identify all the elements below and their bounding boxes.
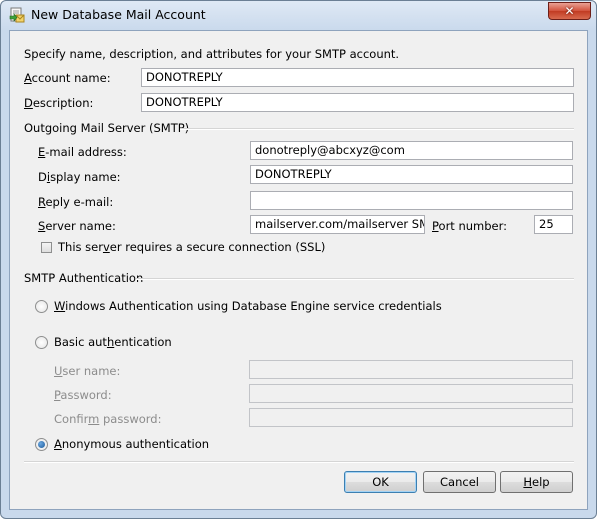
windows-auth-label[interactable]: Windows Authentication using Database En… [54, 299, 442, 313]
windows-auth-radio[interactable] [35, 300, 48, 313]
auth-group-label: SMTP Authentication [24, 271, 144, 285]
close-icon: ✕ [564, 4, 575, 18]
server-name-field[interactable]: mailserver.com/mailserver SMTP IP [250, 215, 425, 234]
display-name-field[interactable]: DONOTREPLY [250, 165, 573, 184]
cancel-button[interactable]: Cancel [423, 471, 496, 493]
auth-divider [136, 278, 574, 280]
database-mail-icon [9, 7, 25, 23]
outgoing-divider [180, 128, 574, 130]
description-field[interactable]: DONOTREPLY [141, 93, 574, 112]
buttons-divider [24, 461, 574, 463]
password-field[interactable] [249, 384, 573, 403]
title-bar[interactable]: New Database Mail Account ✕ [1, 1, 596, 29]
intro-text: Specify name, description, and attribute… [24, 47, 400, 61]
user-name-label: User name: [54, 364, 121, 378]
user-name-field[interactable] [249, 360, 573, 379]
basic-auth-label[interactable]: Basic authentication [54, 335, 172, 349]
port-number-label: Port number: [432, 219, 508, 233]
dialog-window: New Database Mail Account ✕ Specify name… [0, 0, 597, 519]
account-name-field[interactable]: DONOTREPLY [141, 68, 574, 87]
confirm-password-field[interactable] [249, 408, 573, 427]
server-name-label: Server name: [38, 219, 116, 233]
ssl-checkbox[interactable] [41, 242, 52, 253]
basic-auth-radio[interactable] [35, 336, 48, 349]
anonymous-auth-radio[interactable] [35, 438, 48, 451]
confirm-password-label: Confirm password: [54, 412, 162, 426]
port-number-field[interactable]: 25 [534, 215, 573, 234]
ok-button[interactable]: OK [344, 471, 417, 493]
description-label: Description: [24, 96, 94, 110]
dialog-content: Specify name, description, and attribute… [9, 30, 588, 510]
anonymous-auth-label[interactable]: Anonymous authentication [54, 437, 209, 451]
account-name-label: Account name: [24, 71, 111, 85]
email-label: E-mail address: [38, 145, 127, 159]
reply-email-field[interactable] [250, 191, 573, 210]
password-label: Password: [54, 388, 112, 402]
window-title: New Database Mail Account [31, 7, 206, 22]
help-button[interactable]: Help [500, 471, 573, 493]
reply-email-label: Reply e-mail: [38, 195, 114, 209]
outgoing-group-label: Outgoing Mail Server (SMTP) [24, 121, 190, 135]
radio-selected-dot [38, 441, 45, 448]
ssl-label[interactable]: This server requires a secure connection… [58, 240, 325, 254]
email-field[interactable]: donotreply@abcxyz@com [250, 141, 573, 160]
display-name-label: Display name: [38, 170, 121, 184]
close-button[interactable]: ✕ [548, 2, 591, 20]
